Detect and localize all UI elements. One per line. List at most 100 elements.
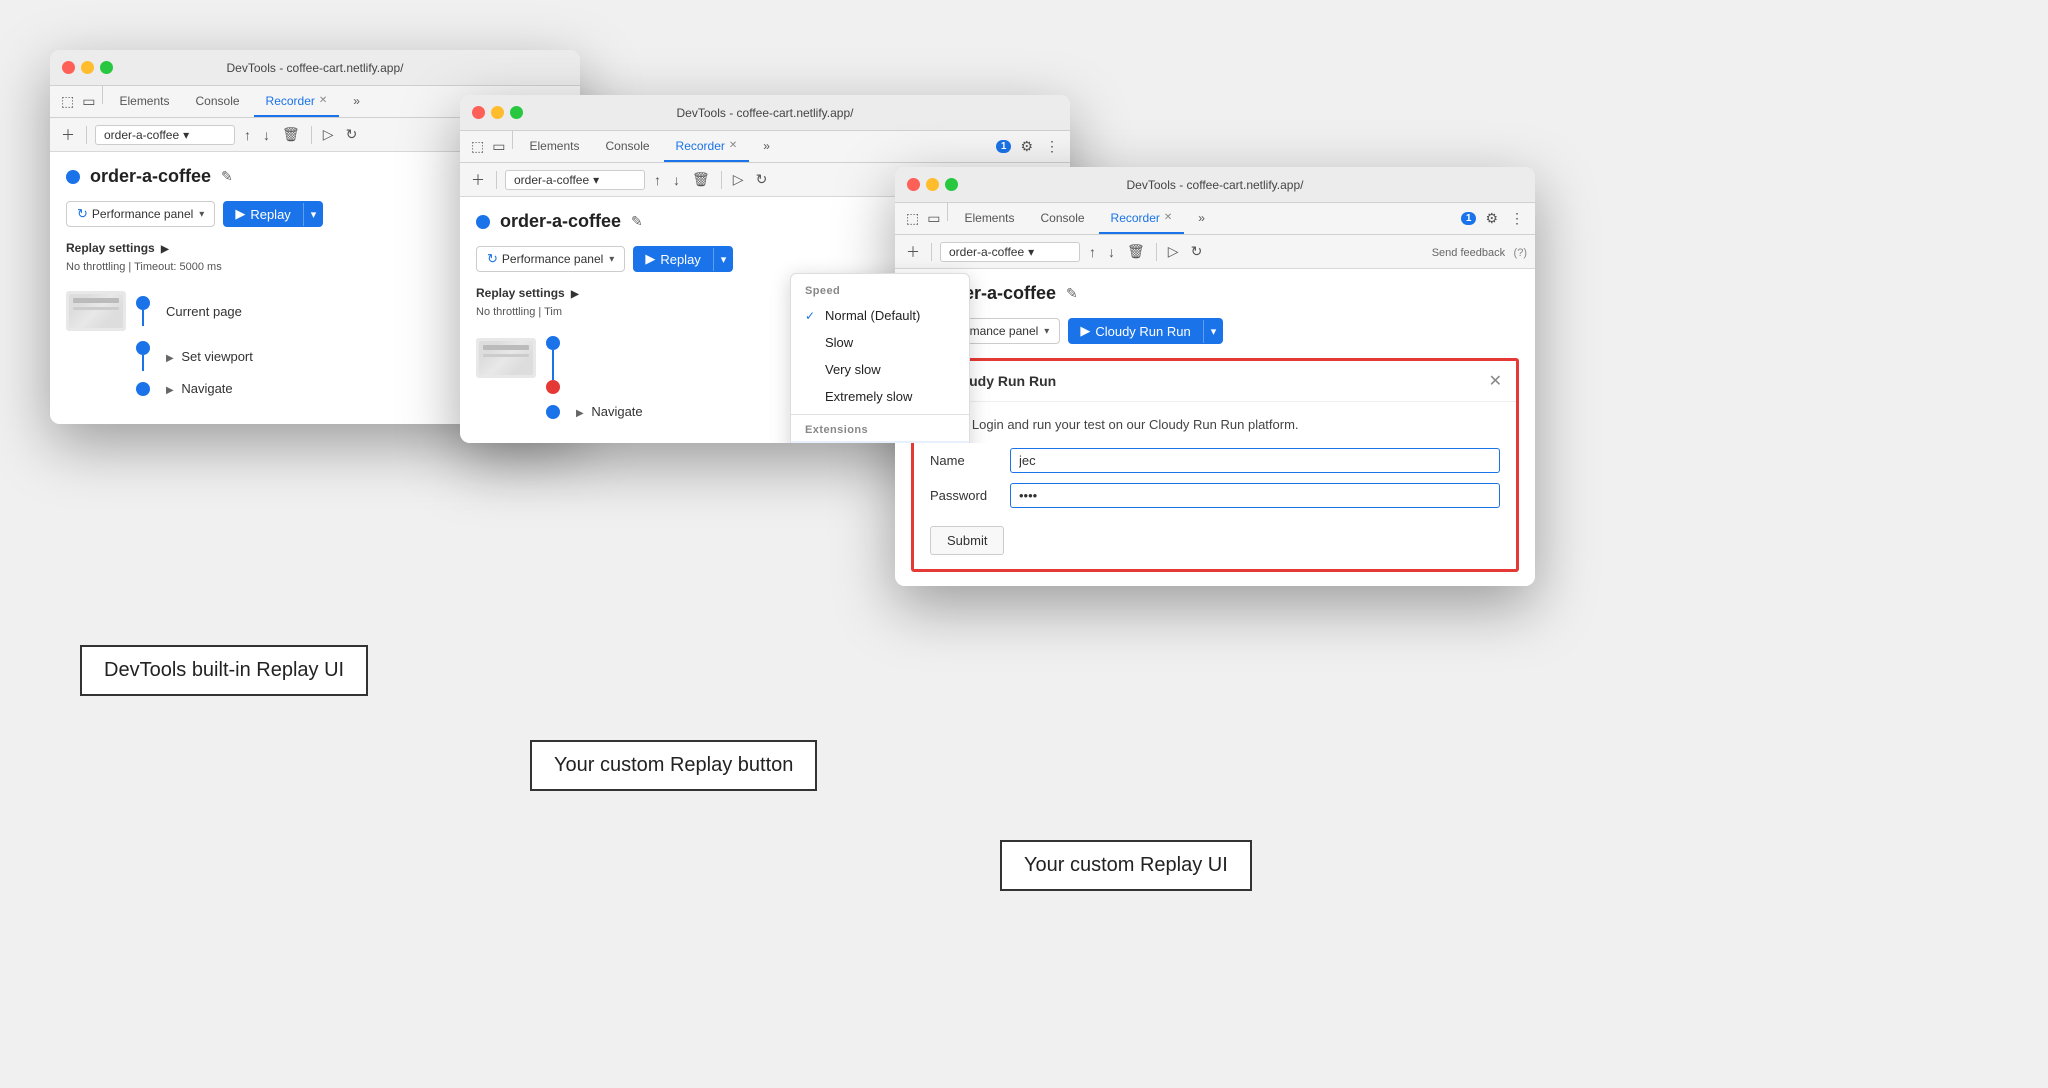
replay-button-2[interactable]: ▶ Replay ▾ [633,246,733,272]
tl-node-2 [546,336,560,350]
step-label-navigate[interactable]: ▶ Navigate [166,381,233,396]
selector-icon-3[interactable]: ⬚ [903,203,922,234]
password-input[interactable] [1010,483,1500,508]
replay-main-1[interactable]: ▶ Replay [223,201,302,227]
minimize-button[interactable] [491,106,504,119]
recording-header-3: order-a-coffee ✎ [911,283,1519,304]
settings-label-2[interactable]: Replay settings ▶ [476,286,579,300]
edit-icon-3[interactable]: ✎ [1066,285,1078,302]
replay-caret-1[interactable]: ▾ [303,203,324,226]
page-thumbnail [66,291,126,331]
cloudy-replay-button[interactable]: ▶ Cloudy Run Run ▾ [1068,318,1223,344]
form-row-password: Password [930,483,1500,508]
recording-selector-2[interactable]: order-a-coffee ▾ [505,170,645,190]
add-icon-3[interactable]: ＋ [903,239,923,265]
perf-panel-button-2[interactable]: ↻ Performance panel ▾ [476,246,625,272]
settings-icon-2[interactable]: ⚙ [1017,135,1036,158]
dropdown-slow[interactable]: Slow [791,329,969,356]
tab-console-2[interactable]: Console [594,131,662,162]
window-title-2: DevTools - coffee-cart.netlify.app/ [677,106,854,120]
selector-icon-2[interactable]: ⬚ [468,131,487,162]
step-icon[interactable]: ▷ [320,123,337,146]
tab-elements-3[interactable]: Elements [952,203,1026,234]
send-feedback-3[interactable]: Send feedback [1432,247,1505,259]
record-icon-2[interactable]: ↻ [753,168,771,191]
add-recording-icon[interactable]: ＋ [58,122,78,148]
replay-caret-2[interactable]: ▾ [713,248,734,271]
export-icon-2[interactable]: ↑ [651,169,664,191]
export-icon[interactable]: ↑ [241,124,254,146]
cloudy-panel-header: ⚙ Cloudy Run Run ✕ [914,361,1516,402]
maximize-button[interactable] [510,106,523,119]
replay-button-1[interactable]: ▶ Replay ▾ [223,201,323,227]
edit-icon-1[interactable]: ✎ [221,168,233,185]
tab-console-3[interactable]: Console [1029,203,1097,234]
close-button[interactable] [472,106,485,119]
delete-icon-3[interactable]: 🗑 [1124,240,1148,263]
step-icon-2[interactable]: ▷ [730,168,747,191]
caret-icon-2: ▾ [593,173,599,187]
help-icon-3[interactable]: (?) [1514,247,1527,259]
step-label-viewport[interactable]: ▶ Set viewport [166,349,253,364]
recording-title-2: order-a-coffee [500,211,621,232]
close-btn-3[interactable] [907,178,920,191]
perf-panel-button-1[interactable]: ↻ Performance panel ▾ [66,201,215,227]
cloudy-red-outline: ⚙ Cloudy Run Run ✕ Demo: Login and run y… [911,358,1519,572]
minimize-button[interactable] [81,61,94,74]
device-icon-2[interactable]: ▭ [489,131,508,162]
selector-icon[interactable]: ⬚ [58,86,77,117]
tab-close-icon[interactable]: ✕ [319,95,327,106]
maximize-button[interactable] [100,61,113,74]
record-icon[interactable]: ↻ [343,123,361,146]
record-icon-3[interactable]: ↻ [1188,240,1206,263]
name-label: Name [930,453,1000,468]
settings-icon-3[interactable]: ⚙ [1482,207,1501,230]
dropdown-ext-slow[interactable]: Extremely slow [791,383,969,410]
tab-more-2[interactable]: » [751,131,782,162]
dropdown-very-slow[interactable]: Very slow [791,356,969,383]
close-button[interactable] [62,61,75,74]
step-icon-3[interactable]: ▷ [1165,240,1182,263]
tab-more-1[interactable]: » [341,86,372,117]
submit-button[interactable]: Submit [930,526,1004,555]
cloudy-replay-caret[interactable]: ▾ [1203,320,1224,343]
delete-icon[interactable]: 🗑 [279,123,303,146]
import-icon-3[interactable]: ↓ [1105,241,1118,263]
recording-selector-3[interactable]: order-a-coffee ▾ [940,242,1080,262]
delete-icon-2[interactable]: 🗑 [689,168,713,191]
tab-recorder-3[interactable]: Recorder ✕ [1099,203,1185,234]
max-btn-3[interactable] [945,178,958,191]
add-icon-2[interactable]: ＋ [468,167,488,193]
speed-dropdown: Speed ✓ Normal (Default) Slow Very slow … [790,273,970,443]
tab-console-1[interactable]: Console [184,86,252,117]
export-icon-3[interactable]: ↑ [1086,241,1099,263]
devtools-window-3: DevTools - coffee-cart.netlify.app/ ⬚ ▭ … [895,167,1535,586]
dropdown-cloudy[interactable]: Cloudy Run Run [791,441,969,443]
min-btn-3[interactable] [926,178,939,191]
replay-main-2[interactable]: ▶ Replay [633,246,712,272]
cloudy-play-icon: ▶ [1080,323,1090,339]
tab-recorder-1[interactable]: Recorder ✕ [254,86,340,117]
step-label-nav-2[interactable]: ▶ Navigate [576,404,643,419]
dropdown-normal[interactable]: ✓ Normal (Default) [791,302,969,329]
tab-recorder-2[interactable]: Recorder ✕ [664,131,750,162]
edit-icon-2[interactable]: ✎ [631,213,643,230]
tab-more-3[interactable]: » [1186,203,1217,234]
import-icon[interactable]: ↓ [260,124,273,146]
tab-close-icon-2[interactable]: ✕ [729,140,737,151]
throttle-value-1: No throttling | Timeout: 5000 ms [66,261,222,273]
name-input[interactable] [1010,448,1500,473]
device-icon[interactable]: ▭ [79,86,98,117]
tab-elements-2[interactable]: Elements [517,131,591,162]
recording-selector-1[interactable]: order-a-coffee ▾ [95,125,235,145]
tab-close-3[interactable]: ✕ [1164,212,1172,223]
cloudy-replay-main[interactable]: ▶ Cloudy Run Run [1068,318,1202,344]
more-icon-2[interactable]: ⋮ [1042,135,1062,158]
tab-elements-1[interactable]: Elements [107,86,181,117]
divider [791,414,969,415]
settings-label-1[interactable]: Replay settings ▶ [66,241,169,255]
import-icon-2[interactable]: ↓ [670,169,683,191]
more-icon-3[interactable]: ⋮ [1507,207,1527,230]
cloudy-close-button[interactable]: ✕ [1489,371,1502,391]
device-icon-3[interactable]: ▭ [924,203,943,234]
